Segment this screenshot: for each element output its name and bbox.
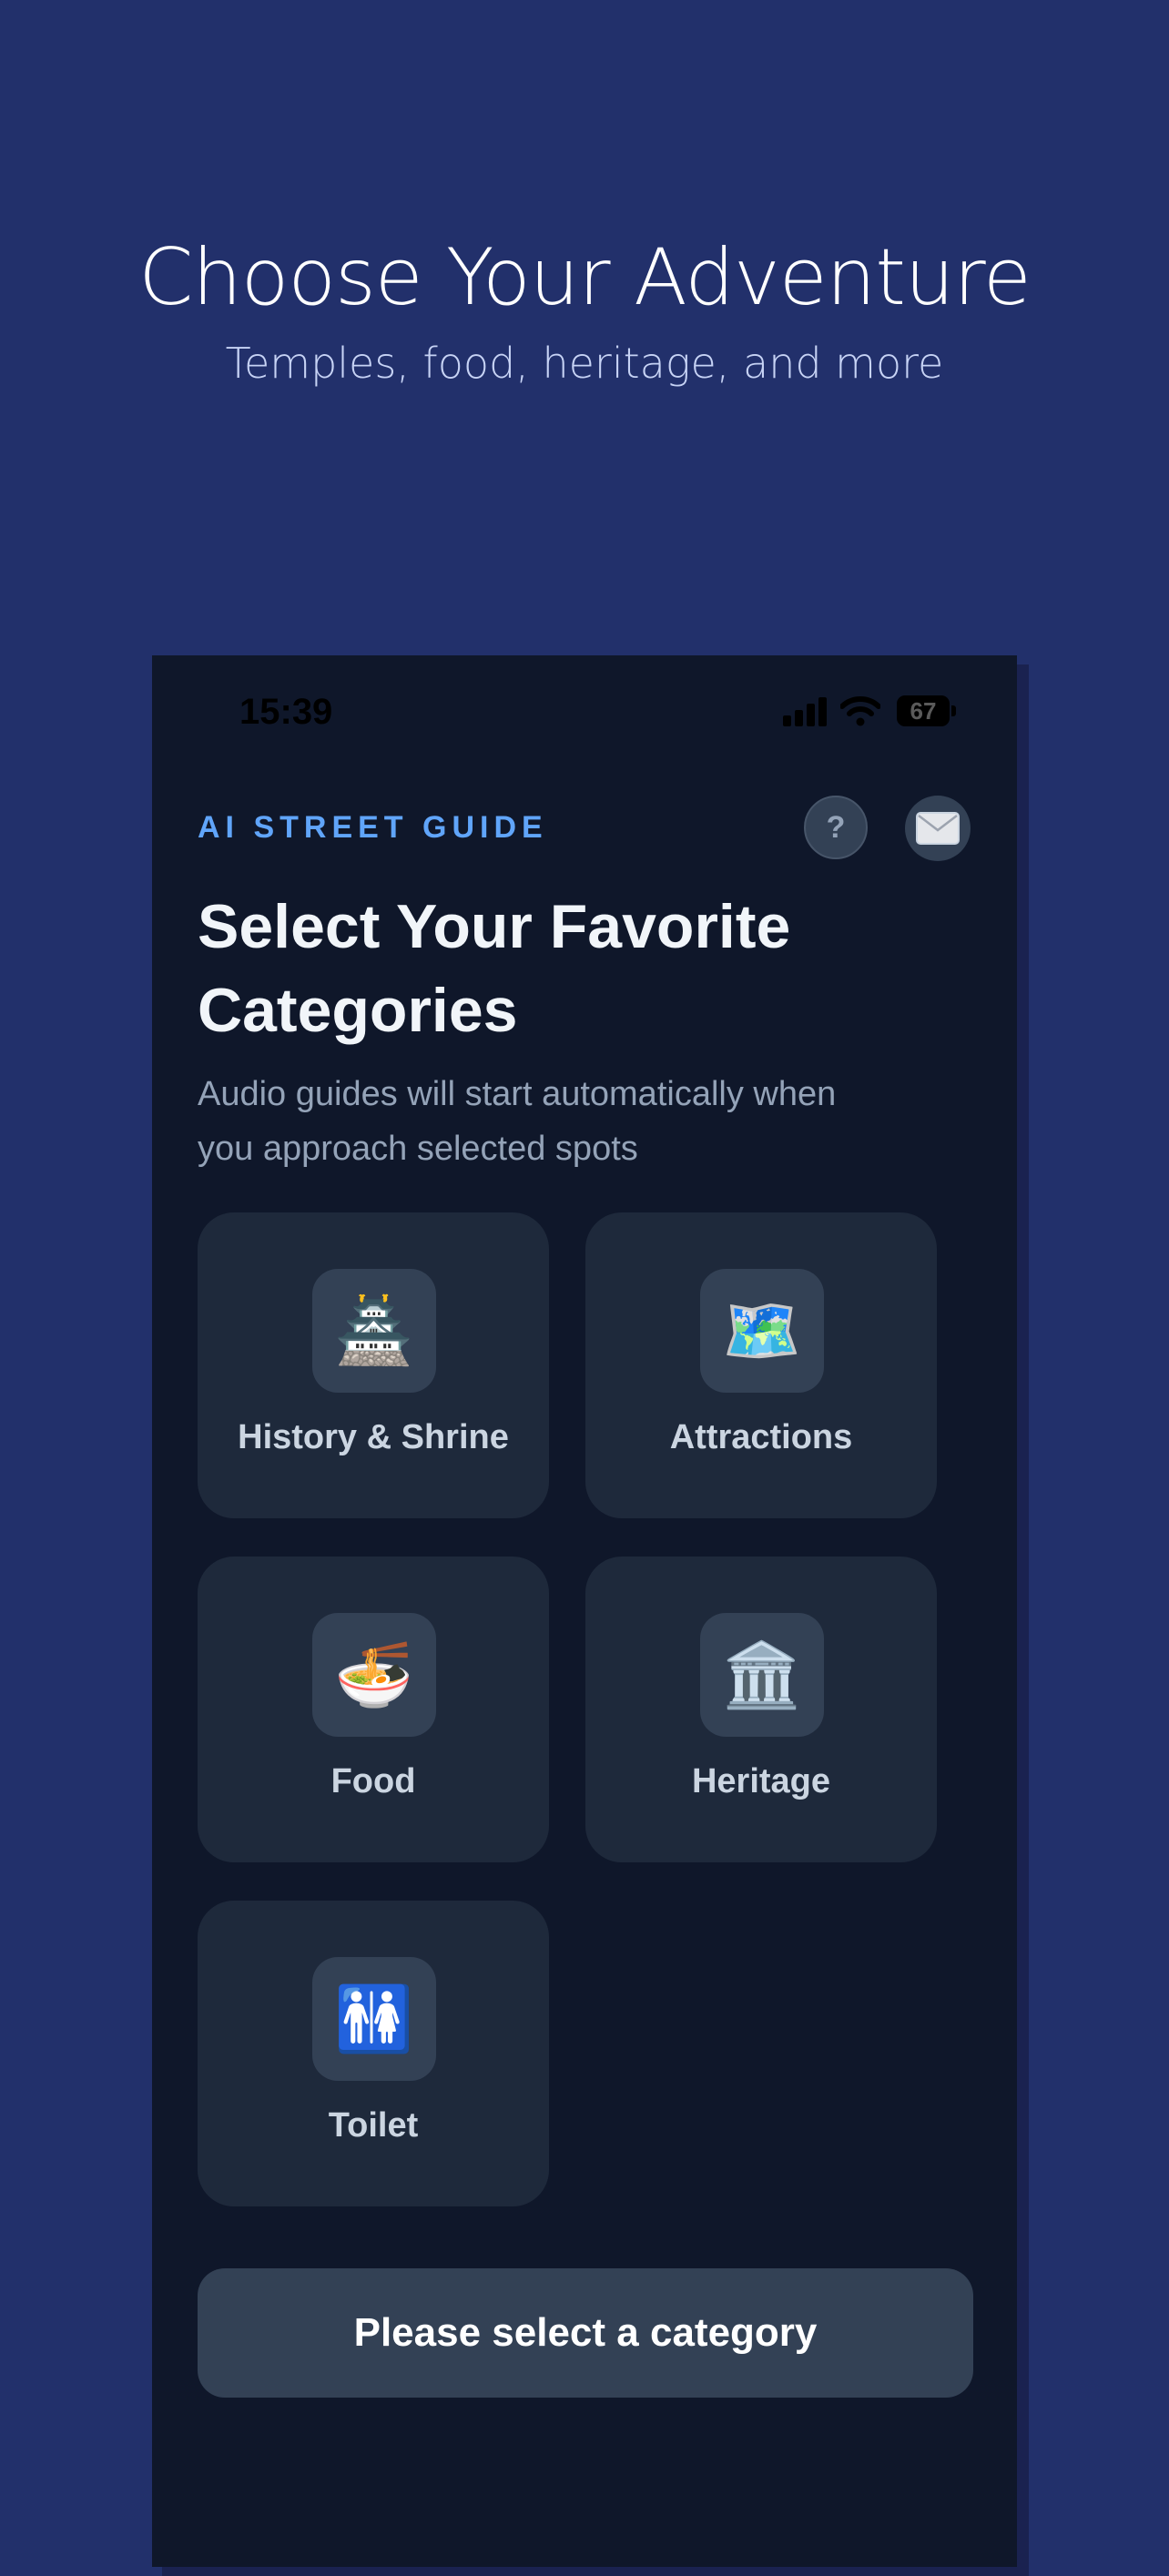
battery-cap <box>951 705 956 716</box>
battery-level: 67 <box>897 695 950 726</box>
classical-building-icon: 🏛️ <box>700 1613 824 1737</box>
category-label: History & Shrine <box>238 1418 509 1456</box>
category-label: Attractions <box>669 1418 853 1456</box>
envelope-icon <box>916 812 960 845</box>
contact-button[interactable] <box>905 796 971 861</box>
noodle-bowl-icon: 🍜 <box>312 1613 436 1737</box>
category-card-toilet[interactable]: 🚻 Toilet <box>198 1901 549 2206</box>
question-icon: ? <box>826 810 846 845</box>
phone-screen: 15:39 67 AI STREET GUIDE ? Select Your F… <box>152 655 1017 2567</box>
category-card-history-shrine[interactable]: 🏯 History & Shrine <box>198 1212 549 1518</box>
castle-icon: 🏯 <box>312 1269 436 1393</box>
page-title: Select Your Favorite Categories <box>198 892 791 1045</box>
wifi-icon <box>840 696 880 726</box>
category-label: Food <box>330 1762 416 1800</box>
page-description: Audio guides will start automatically wh… <box>198 1075 837 1168</box>
category-card-attractions[interactable]: 🗺️ Attractions <box>585 1212 937 1518</box>
promo-title: Choose Your Adventure <box>138 232 1032 323</box>
category-card-heritage[interactable]: 🏛️ Heritage <box>585 1557 937 1862</box>
select-category-button[interactable]: Please select a category <box>198 2268 973 2398</box>
status-time: 15:39 <box>239 692 333 732</box>
category-label: Heritage <box>691 1762 831 1800</box>
status-bar: 15:39 67 <box>152 655 1017 765</box>
cellular-signal-icon <box>783 697 827 726</box>
help-button[interactable]: ? <box>804 796 868 859</box>
promo-subtitle: Temples, food, heritage, and more <box>225 339 944 388</box>
map-icon: 🗺️ <box>700 1269 824 1393</box>
category-label: Toilet <box>328 2106 419 2145</box>
restroom-icon: 🚻 <box>312 1957 436 2081</box>
app-brand: AI STREET GUIDE <box>198 810 548 845</box>
battery-icon: 67 <box>897 695 957 726</box>
category-card-food[interactable]: 🍜 Food <box>198 1557 549 1862</box>
